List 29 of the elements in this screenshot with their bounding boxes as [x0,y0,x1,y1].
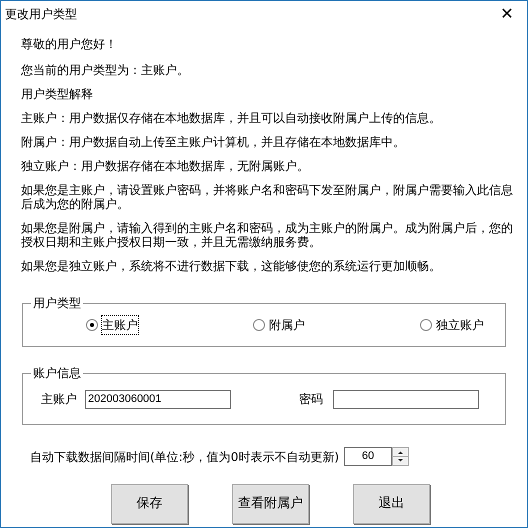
radio-button[interactable] [253,319,265,331]
paragraph: 独立账户：用户数据存储在本地数据库，无附属账户。 [21,159,310,173]
paragraph: 用户类型解释 [21,87,94,101]
dialog-button[interactable]: 查看附属户 [232,484,309,524]
radio-button[interactable] [86,319,98,331]
interval-label: 自动下载数据间隔时间(单位:秒，值为0时表示不自动更新) [30,448,340,466]
number-field[interactable]: 60 [344,447,392,466]
dialog-button[interactable]: 保存 [111,484,188,524]
group-title: 账户信息 [31,365,83,381]
field-label: 主账户 [41,391,77,408]
radio-button[interactable] [420,319,432,331]
password-field[interactable] [333,390,479,408]
radio-label: 主账户 [102,316,138,334]
paragraph: 如果您是独立账户，系统将不进行数据下载，这能够使您的系统运行更加顺畅。 [21,259,442,273]
field-label: 密码 [299,391,323,408]
radio-label: 独立账户 [436,317,484,334]
paragraph: 尊敬的用户您好！ [21,37,118,51]
dialog-button[interactable]: 退出 [353,484,430,524]
close-button[interactable]: ✕ [495,6,519,22]
paragraph: 如果您是主账户，请设置账户密码，并将账户名和密码下发至附属户，附属户需要输入此信息后成为您的附属户。 [21,183,513,211]
paragraph: 您当前的用户类型为：主账户。 [21,63,190,77]
input-field[interactable]: 202003060001 [85,390,231,408]
window-title: 更改用户类型 [5,6,77,23]
radio-label: 附属户 [269,317,305,334]
spin-buttons[interactable] [392,447,410,466]
group-title: 用户类型 [31,295,83,311]
paragraph: 主账户：用户数据仅存储在本地数据库，并且可以自动接收附属户上传的信息。 [21,111,442,125]
paragraph: 附属户：用户数据自动上传至主账户计算机，并且存储在本地数据库中。 [21,135,406,149]
paragraph: 如果您是附属户，请输入得到的主账户名和密码，成为主账户的附属户。成为附属户后，您的授权日期和主账户授权日期一致，并且无需缴纳服务费。 [21,221,513,249]
